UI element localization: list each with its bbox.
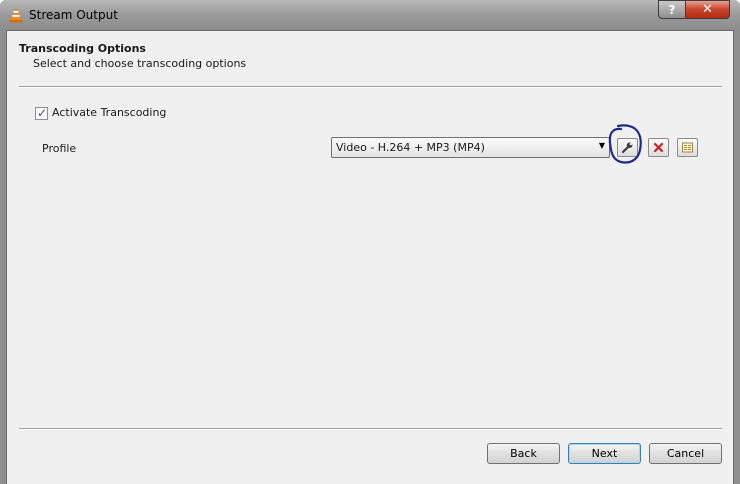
red-x-icon [653, 142, 664, 153]
stream-output-window: Stream Output ? ✕ Transcoding Options Se… [0, 0, 740, 484]
help-button[interactable]: ? [658, 0, 686, 19]
profile-select-value: Video - H.264 + MP3 (MP4) [336, 141, 485, 154]
next-button[interactable]: Next [568, 443, 641, 464]
cancel-button[interactable]: Cancel [649, 443, 722, 464]
checkmark-icon: ✓ [37, 106, 48, 120]
vlc-cone-icon [9, 7, 23, 23]
activate-transcoding-checkbox[interactable]: ✓ [35, 106, 48, 120]
close-button[interactable]: ✕ [686, 0, 730, 19]
title-bar[interactable]: Stream Output ? ✕ [0, 0, 740, 30]
new-profile-button[interactable] [677, 138, 698, 157]
footer-divider [19, 428, 722, 430]
dialog-body: Transcoding Options Select and choose tr… [6, 30, 734, 484]
profile-select[interactable]: Video - H.264 + MP3 (MP4) ▼ [331, 137, 610, 158]
profile-label: Profile [42, 142, 77, 155]
page-subtitle: Select and choose transcoding options [33, 57, 247, 70]
activate-transcoding-label[interactable]: Activate Transcoding [52, 106, 166, 119]
hand-drawn-annotation-circle [608, 124, 642, 164]
window-controls: ? ✕ [658, 0, 730, 20]
delete-profile-button[interactable] [648, 138, 669, 157]
close-icon: ✕ [702, 2, 713, 17]
page-title: Transcoding Options [19, 42, 146, 55]
header-divider [19, 86, 722, 88]
new-profile-icon [682, 142, 693, 153]
help-label: ? [668, 2, 676, 17]
back-button[interactable]: Back [487, 443, 560, 464]
window-title: Stream Output [29, 8, 118, 22]
